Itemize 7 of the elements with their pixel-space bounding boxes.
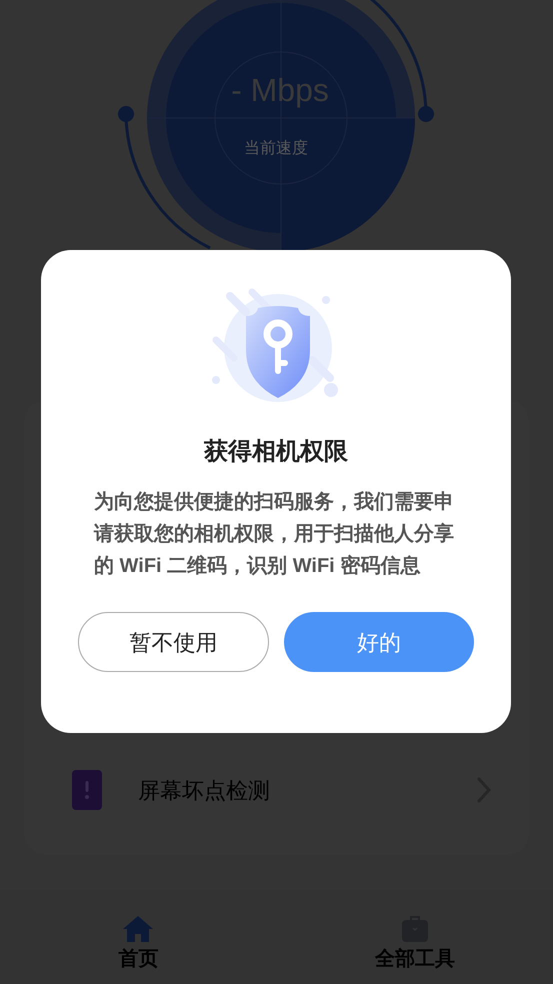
alert-icon [72,770,102,810]
speed-caption: 当前速度 [243,138,309,159]
home-icon [123,916,154,942]
confirm-button[interactable]: 好的 [284,612,474,672]
dialog-title: 获得相机权限 [204,437,348,467]
dialog-message: 为向您提供便捷的扫码服务，我们需要申请获取您的相机权限，用于扫描他人分享的 WiFi 二维码，识别 WiFi 密码信息 [94,490,455,579]
decline-button[interactable]: 暂不使用 [78,612,269,672]
